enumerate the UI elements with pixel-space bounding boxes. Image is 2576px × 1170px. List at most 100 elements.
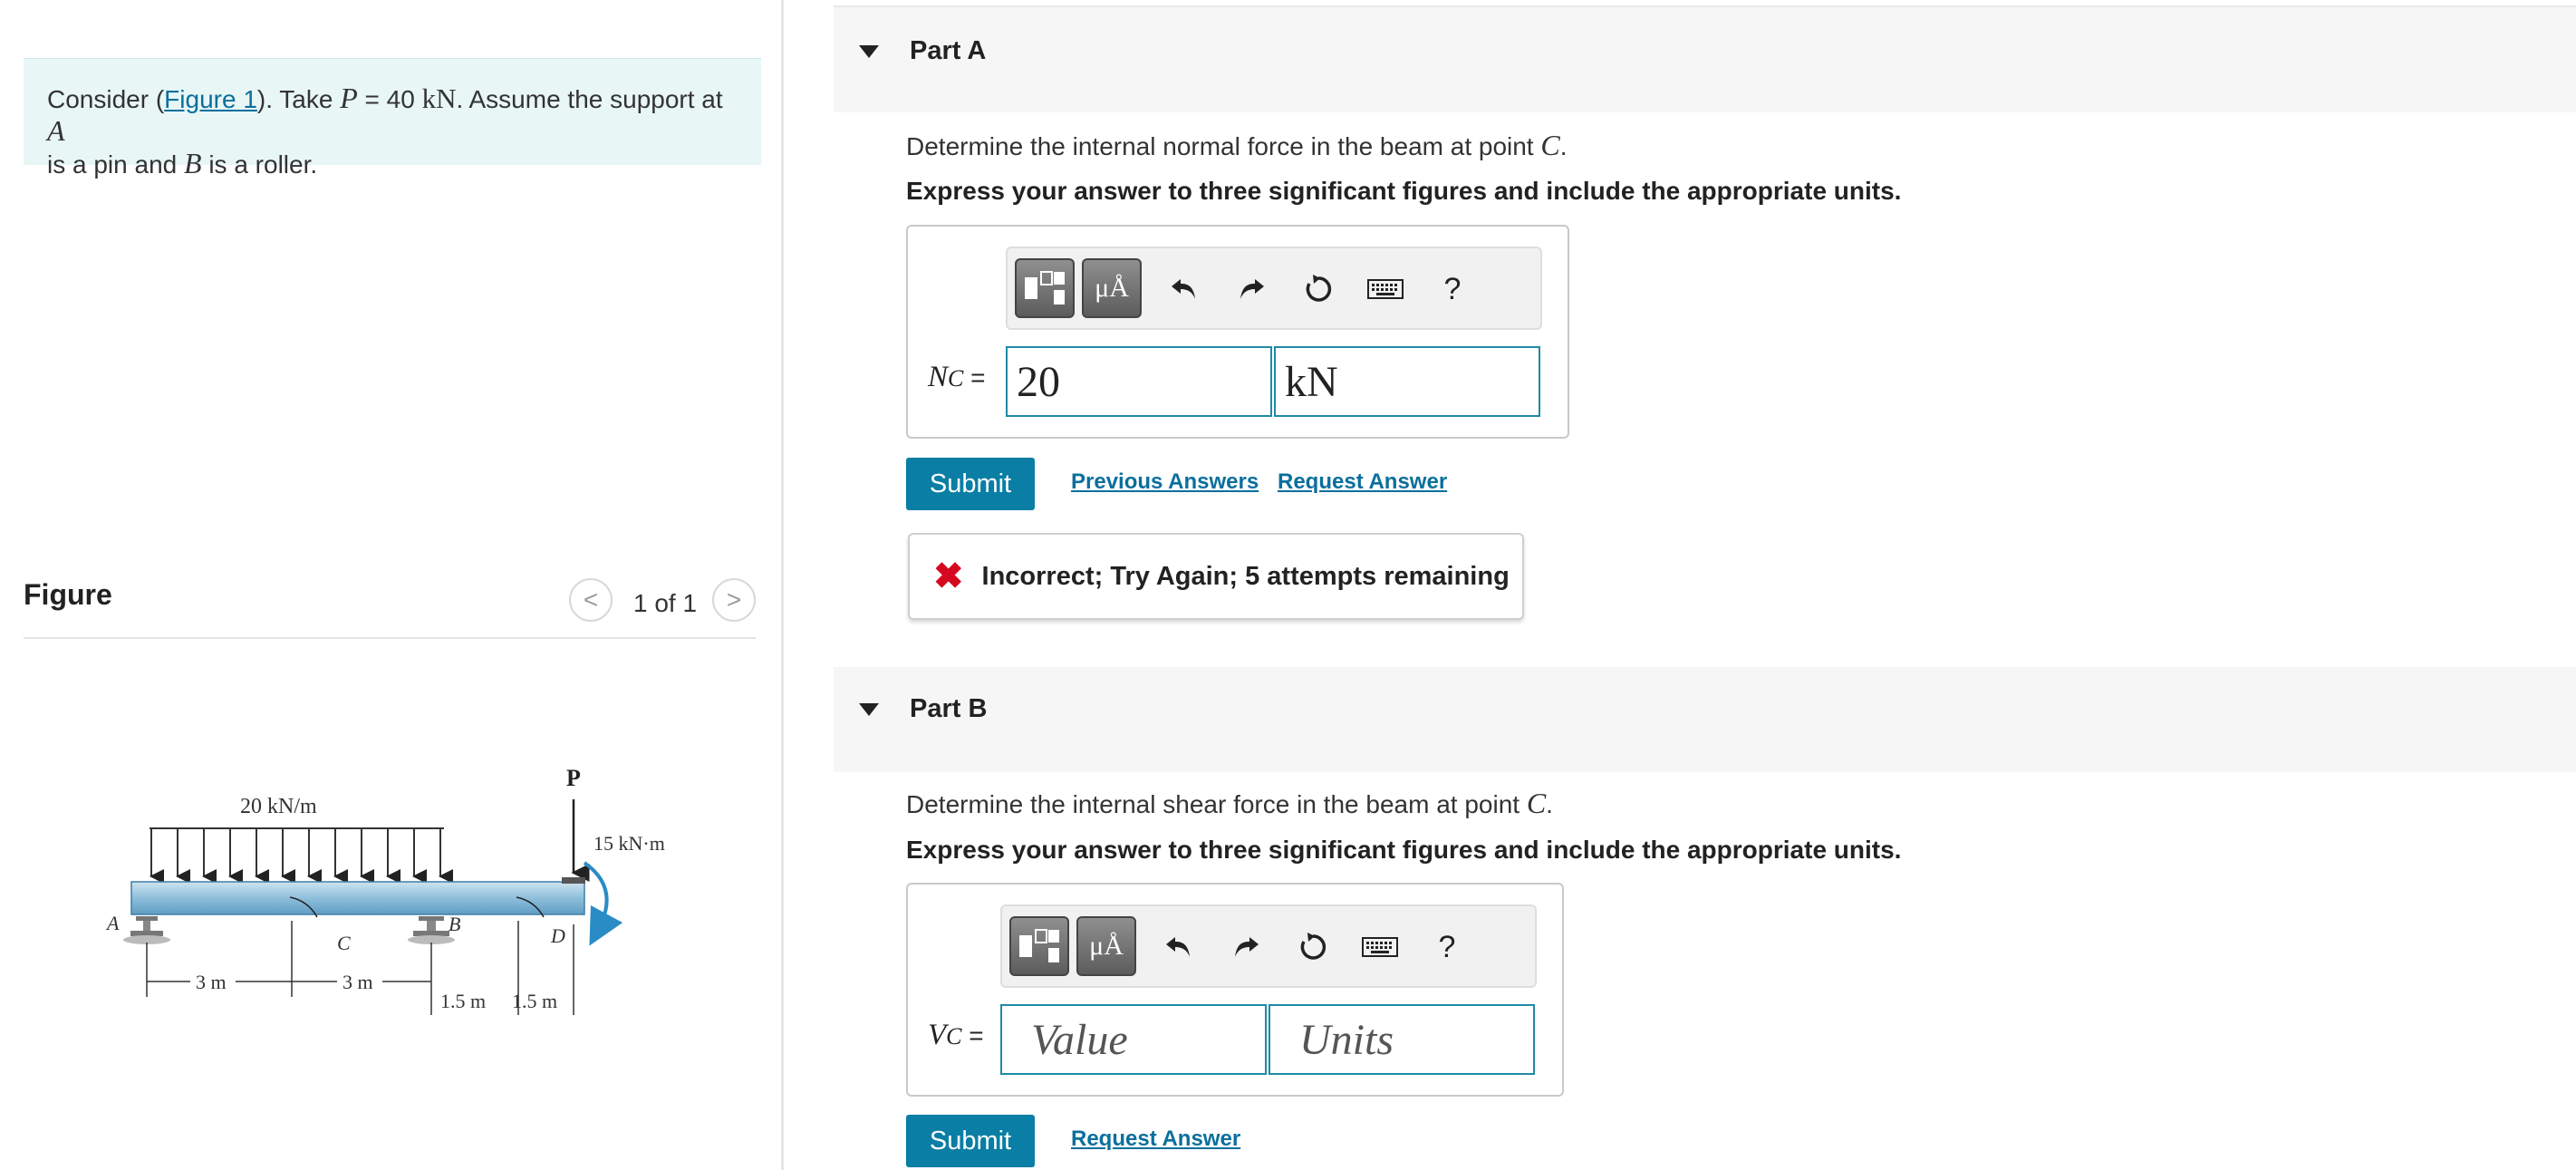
undo-button[interactable] <box>1156 924 1201 970</box>
question-text: . <box>1546 790 1553 818</box>
keyboard-button[interactable] <box>1357 924 1403 970</box>
part-a-units-input[interactable]: kN <box>1274 346 1540 417</box>
help-button[interactable]: ? <box>1430 266 1475 312</box>
redo-button[interactable] <box>1229 266 1274 312</box>
reset-icon <box>1306 275 1332 302</box>
part-b-label: Part B <box>910 694 988 723</box>
part-b-question: Determine the internal shear force in th… <box>906 787 1553 820</box>
part-a-question: Determine the internal normal force in t… <box>906 129 1568 162</box>
keyboard-icon <box>1362 937 1398 957</box>
problem-text: . Assume the support at <box>456 85 723 113</box>
part-a-instruction: Express your answer to three significant… <box>906 177 1902 205</box>
part-a-header[interactable] <box>834 7 2576 112</box>
beam-figure: 20 kN/m P 15 kN·m A B C D 3 m 3 m 1.5 m … <box>105 765 665 1015</box>
dim-3m-1: 3 m <box>196 971 227 993</box>
problem-text: ). Take <box>256 85 341 113</box>
beam <box>130 881 585 915</box>
question-text: . <box>1559 132 1568 160</box>
keyboard-icon <box>1367 279 1404 299</box>
dim-1-5m-2: 1.5 m <box>512 990 557 1012</box>
keyboard-button[interactable] <box>1363 266 1408 312</box>
moment-arrow <box>583 861 623 946</box>
redo-button[interactable] <box>1223 924 1269 970</box>
point-a-label: A <box>105 912 120 934</box>
dimension-lines <box>146 921 574 1015</box>
question-text: Determine the internal normal force in t… <box>906 132 1541 160</box>
collapse-triangle-icon[interactable] <box>859 45 879 58</box>
part-a-label: Part A <box>910 36 987 65</box>
help-button[interactable]: ? <box>1424 924 1470 970</box>
next-figure-button[interactable]: > <box>712 578 756 622</box>
chevron-left-icon: < <box>583 585 599 614</box>
figure-count: 1 of 1 <box>633 589 698 617</box>
templates-icon <box>1019 929 1059 962</box>
templates-icon <box>1025 271 1065 305</box>
part-a-request-answer-link[interactable]: Request Answer <box>1278 469 1447 495</box>
var-a: A <box>47 114 65 147</box>
p-unit: kN <box>421 82 457 114</box>
var-c: C <box>1526 787 1547 819</box>
load-plate <box>562 877 585 884</box>
pin-support-a <box>123 916 170 944</box>
part-b-units-input[interactable]: Units <box>1269 1004 1535 1075</box>
dim-3m-2: 3 m <box>343 971 373 993</box>
reset-icon <box>1300 933 1327 960</box>
prev-figure-button[interactable]: < <box>569 578 613 622</box>
part-a-feedback: ✖ Incorrect; Try Again; 5 attempts remai… <box>908 533 1524 620</box>
part-a-toolbar: μÅ ? <box>1006 247 1542 330</box>
figure-title: Figure <box>24 578 112 611</box>
question-text: Determine the internal shear force in th… <box>906 790 1527 818</box>
part-b-submit-button[interactable]: Submit <box>906 1115 1035 1167</box>
p-value: = 40 <box>357 85 422 113</box>
reset-button[interactable] <box>1296 266 1341 312</box>
part-a-eq-label: NC = <box>928 361 986 394</box>
eq-sign: = <box>963 363 986 392</box>
part-b-value-input[interactable]: Value <box>1000 1004 1267 1075</box>
part-a-answer-box: μÅ ? NC = 20 kN <box>906 225 1569 439</box>
problem-text: Consider ( <box>47 85 165 113</box>
part-b-request-answer-link[interactable]: Request Answer <box>1071 1126 1240 1152</box>
eq-sign: = <box>961 1021 984 1049</box>
redo-icon <box>1235 937 1259 957</box>
point-c-label: C <box>337 932 351 954</box>
part-b-header[interactable] <box>834 667 2576 772</box>
units-button[interactable]: μÅ <box>1082 258 1142 318</box>
point-d-label: D <box>550 924 565 947</box>
error-x-icon: ✖ <box>933 556 964 596</box>
problem-text: is a pin and <box>47 150 184 179</box>
load-arrows <box>150 828 453 884</box>
part-b-answer-box: μÅ ? VC = Value Units <box>906 883 1564 1097</box>
force-p-label: P <box>566 765 581 791</box>
templates-button[interactable] <box>1015 258 1075 318</box>
moment-label: 15 kN·m <box>593 832 665 855</box>
eq-var: N <box>928 361 949 393</box>
var-p: P <box>340 82 358 114</box>
previous-answers-link[interactable]: Previous Answers <box>1071 469 1259 495</box>
point-b-label: B <box>449 913 460 935</box>
templates-button[interactable] <box>1009 916 1069 976</box>
dim-1-5m-1: 1.5 m <box>440 990 486 1012</box>
part-b-instruction: Express your answer to three significant… <box>906 836 1902 864</box>
undo-icon <box>1172 279 1195 299</box>
eq-sub: C <box>946 1023 962 1049</box>
figure-link[interactable]: Figure 1 <box>164 85 257 113</box>
problem-statement: Consider (Figure 1). Take P = 40 kN. Ass… <box>24 58 761 179</box>
problem-text: is a roller. <box>201 150 318 179</box>
collapse-triangle-icon[interactable] <box>859 703 879 716</box>
feedback-message: Incorrect; Try Again; 5 attempts remaini… <box>981 561 1510 591</box>
distributed-load-label: 20 kN/m <box>240 795 317 818</box>
part-a-submit-button[interactable]: Submit <box>906 458 1035 510</box>
chevron-right-icon: > <box>726 585 742 614</box>
var-b: B <box>184 147 202 179</box>
var-c: C <box>1540 129 1560 161</box>
undo-icon <box>1166 937 1190 957</box>
part-a-value-input[interactable]: 20 <box>1006 346 1272 417</box>
units-button[interactable]: μÅ <box>1076 916 1136 976</box>
part-b-eq-label: VC = <box>928 1019 984 1052</box>
part-b-toolbar: μÅ ? <box>1000 904 1537 988</box>
reset-button[interactable] <box>1290 924 1336 970</box>
eq-sub: C <box>948 365 964 392</box>
redo-icon <box>1240 279 1264 299</box>
undo-button[interactable] <box>1162 266 1207 312</box>
figure-divider <box>24 637 756 639</box>
